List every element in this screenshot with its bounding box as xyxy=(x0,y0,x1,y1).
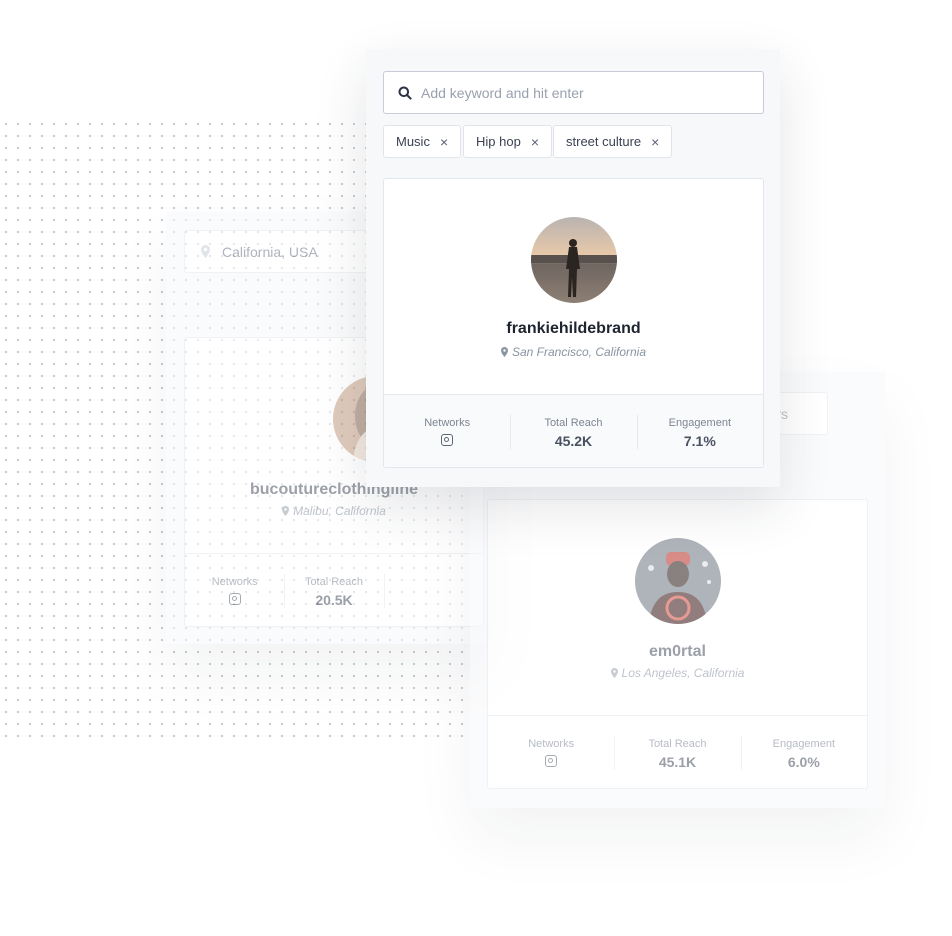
instagram-icon[interactable] xyxy=(545,755,558,767)
profile-card[interactable]: em0rtal Los Angeles, California Networks… xyxy=(487,499,868,789)
instagram-icon[interactable] xyxy=(228,593,241,605)
stat-networks: Networks xyxy=(488,716,614,788)
instagram-icon[interactable] xyxy=(441,434,454,446)
map-pin-icon xyxy=(201,245,210,258)
stat-value: 20.5K xyxy=(315,592,353,608)
stat-value: 45.1K xyxy=(658,754,697,770)
close-icon[interactable]: × xyxy=(651,134,659,150)
map-pin-icon xyxy=(610,668,618,678)
map-pin-icon xyxy=(282,506,290,516)
stat-engagement: Engagement 6.0% xyxy=(740,716,867,788)
stat-reach: Total Reach 45.2K xyxy=(510,395,636,467)
stat-label: Total Reach xyxy=(304,576,364,588)
profile-card[interactable]: frankiehildebrand San Francisco, Califor… xyxy=(383,178,764,468)
stat-value: 6.0% xyxy=(787,754,820,770)
stat-label: Networks xyxy=(424,417,471,429)
stat-engagement xyxy=(383,554,483,626)
profile-stats: Networks Total Reach 45.1K Engagement 6.… xyxy=(488,715,867,788)
stat-label: Engagement xyxy=(772,738,836,750)
tag-hip-hop[interactable]: Hip hop × xyxy=(463,125,552,158)
stat-reach: Total Reach 45.1K xyxy=(614,716,740,788)
tag-label: Hip hop xyxy=(476,134,521,149)
profile-stats: Networks Total Reach 20.5K xyxy=(185,553,483,626)
tag-street-culture[interactable]: street culture × xyxy=(553,125,673,158)
close-icon[interactable]: × xyxy=(531,134,539,150)
stat-label: Networks xyxy=(211,576,258,588)
stat-label: Total Reach xyxy=(544,417,603,429)
stat-value: 45.2K xyxy=(554,433,593,449)
profile-username[interactable]: em0rtal xyxy=(488,643,867,661)
stat-networks: Networks xyxy=(185,554,284,626)
map-pin-icon xyxy=(501,347,508,357)
profile-location: San Francisco, California xyxy=(384,345,763,359)
profile-location: Malibu, California xyxy=(185,504,483,518)
profile-username[interactable]: frankiehildebrand xyxy=(384,320,763,338)
avatar xyxy=(635,538,721,624)
location-text: Malibu, California xyxy=(293,504,386,518)
location-filter-value: California, USA xyxy=(222,243,318,260)
close-icon[interactable]: × xyxy=(440,134,448,150)
avatar xyxy=(531,217,617,303)
tag-music[interactable]: Music × xyxy=(383,125,462,158)
stat-label: Engagement xyxy=(668,417,732,429)
stat-networks: Networks xyxy=(384,395,510,467)
tag-label: street culture xyxy=(566,134,642,149)
search-icon xyxy=(398,86,412,100)
search-placeholder: Add keyword and hit enter xyxy=(421,84,584,101)
stat-label: Total Reach xyxy=(648,738,707,750)
location-text: Los Angeles, California xyxy=(621,666,745,680)
tag-label: Music xyxy=(396,134,430,149)
stat-label: Networks xyxy=(528,738,575,750)
profile-stats: Networks Total Reach 45.2K Engagement 7.… xyxy=(384,394,763,467)
profile-location: Los Angeles, California xyxy=(488,666,867,680)
keyword-search-input[interactable]: Add keyword and hit enter xyxy=(383,71,764,114)
stat-engagement: Engagement 7.1% xyxy=(636,395,763,467)
stat-value: 7.1% xyxy=(683,433,716,449)
stat-reach: Total Reach 20.5K xyxy=(284,554,383,626)
location-text: San Francisco, California xyxy=(511,345,647,359)
